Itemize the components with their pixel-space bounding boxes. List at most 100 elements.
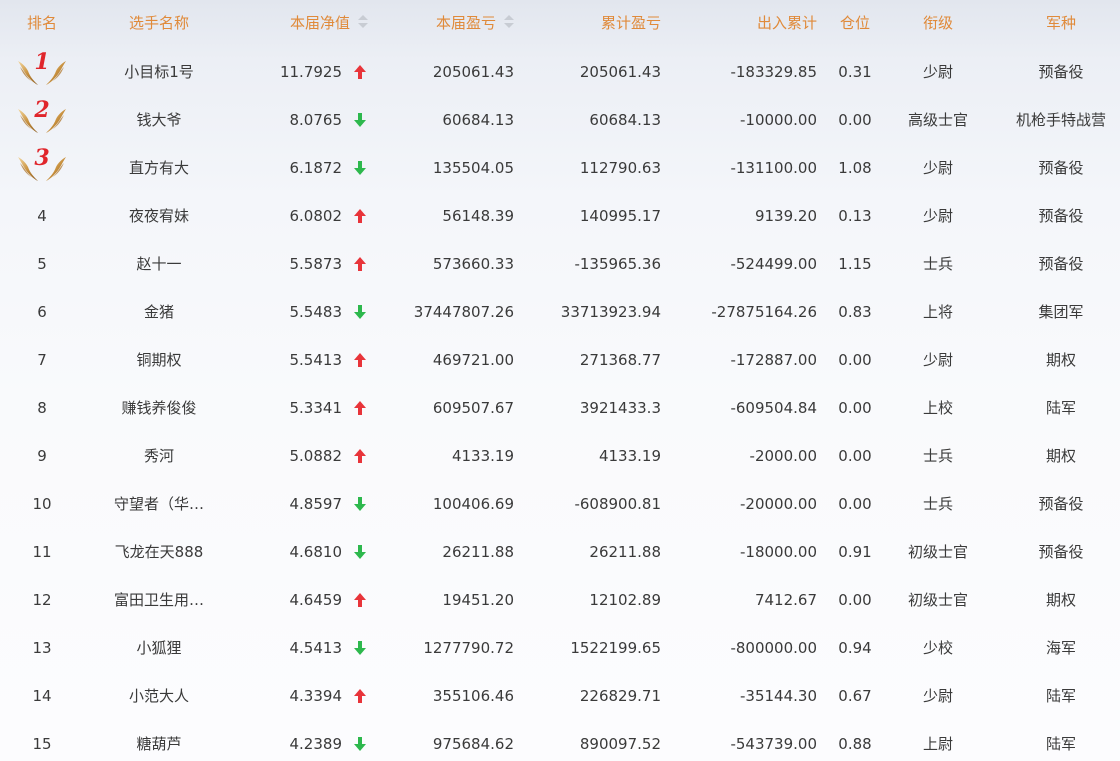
current-profit: 37447807.26 — [413, 303, 514, 321]
arrow-up-icon — [354, 257, 366, 271]
table-row[interactable]: 7 铜期权 5.5413 469721.00 271368.77 -172887… — [0, 336, 1120, 384]
player-name[interactable]: 富田卫生用… — [84, 576, 234, 624]
in-out-total: -609504.84 — [730, 399, 817, 417]
table-row[interactable]: 4 夜夜宥妹 6.0802 56148.39 140995.17 9139.20… — [0, 192, 1120, 240]
rank-cell: 3 — [0, 144, 84, 192]
header-branch: 军种 — [1045, 14, 1076, 32]
position-ratio: 0.00 — [838, 351, 872, 369]
table-header: 排名 选手名称 本届净值 本届盈亏 累计盈亏 出入累计 仓位 衔级 军种 — [0, 0, 1120, 46]
in-out-total: -131100.00 — [730, 159, 817, 177]
sort-icon[interactable] — [358, 14, 368, 29]
army-branch: 预备役 — [1038, 495, 1084, 513]
in-out-total: 7412.67 — [754, 591, 817, 609]
rank-cell: 1 — [0, 48, 84, 96]
header-level: 衔级 — [922, 14, 953, 32]
table-row[interactable]: 13 小狐狸 4.5413 1277790.72 1522199.65 -800… — [0, 624, 1120, 672]
header-nav-sortable[interactable]: 本届净值 — [234, 0, 368, 46]
position-ratio: 0.00 — [838, 495, 872, 513]
header-profit-sortable[interactable]: 本届盈亏 — [380, 0, 514, 46]
table-body: 1 小目标1号 11.7925 205061.43 205061.43 -183… — [0, 48, 1120, 761]
trend-cell — [350, 240, 370, 288]
header-total: 累计盈亏 — [600, 14, 661, 32]
rank-level: 少尉 — [922, 351, 953, 369]
net-value: 5.5413 — [289, 351, 343, 369]
player-name[interactable]: 守望者（华… — [84, 480, 234, 528]
table-row[interactable]: 5 赵十一 5.5873 573660.33 -135965.36 -52449… — [0, 240, 1120, 288]
header-flow: 出入累计 — [756, 14, 817, 32]
header-rank: 排名 — [26, 14, 57, 32]
rank-number: 4 — [37, 207, 47, 225]
table-row[interactable]: 1 小目标1号 11.7925 205061.43 205061.43 -183… — [0, 48, 1120, 96]
army-branch: 预备役 — [1038, 207, 1084, 225]
table-row[interactable]: 8 赚钱养俊俊 5.3341 609507.67 3921433.3 -6095… — [0, 384, 1120, 432]
table-row[interactable]: 14 小范大人 4.3394 355106.46 226829.71 -3514… — [0, 672, 1120, 720]
rank-cell: 12 — [0, 576, 84, 624]
player-name[interactable]: 飞龙在天888 — [84, 528, 234, 576]
player-name[interactable]: 金猪 — [84, 288, 234, 336]
arrow-down-icon — [354, 641, 366, 655]
player-name[interactable]: 夜夜宥妹 — [84, 192, 234, 240]
current-profit: 205061.43 — [432, 63, 514, 81]
table-row[interactable]: 10 守望者（华… 4.8597 100406.69 -608900.81 -2… — [0, 480, 1120, 528]
trend-cell — [350, 576, 370, 624]
rank-level: 少尉 — [922, 207, 953, 225]
army-branch: 期权 — [1045, 351, 1076, 369]
in-out-total: -20000.00 — [740, 495, 817, 513]
table-row[interactable]: 11 飞龙在天888 4.6810 26211.88 26211.88 -180… — [0, 528, 1120, 576]
rank-cell: 10 — [0, 480, 84, 528]
player-name[interactable]: 直方有大 — [84, 144, 234, 192]
in-out-total: -543739.00 — [730, 735, 817, 753]
in-out-total: -35144.30 — [740, 687, 817, 705]
in-out-total: -524499.00 — [730, 255, 817, 273]
arrow-up-icon — [354, 65, 366, 79]
player-name[interactable]: 小狐狸 — [84, 624, 234, 672]
trend-cell — [350, 528, 370, 576]
arrow-up-icon — [354, 401, 366, 415]
total-profit: 271368.77 — [579, 351, 661, 369]
net-value: 5.0882 — [289, 447, 343, 465]
rank-number: 2 — [34, 97, 50, 123]
position-ratio: 0.31 — [838, 63, 872, 81]
net-value: 4.6459 — [289, 591, 343, 609]
total-profit: 226829.71 — [579, 687, 661, 705]
trend-cell — [350, 96, 370, 144]
rank-number: 8 — [37, 399, 47, 417]
position-ratio: 0.83 — [838, 303, 872, 321]
total-profit: 12102.89 — [589, 591, 661, 609]
laurel-medal-icon: 3 — [16, 145, 68, 183]
player-name[interactable]: 赚钱养俊俊 — [84, 384, 234, 432]
position-ratio: 0.00 — [838, 591, 872, 609]
player-name[interactable]: 小范大人 — [84, 672, 234, 720]
army-branch: 预备役 — [1038, 543, 1084, 561]
trend-cell — [350, 384, 370, 432]
rank-cell: 4 — [0, 192, 84, 240]
current-profit: 1277790.72 — [423, 639, 514, 657]
current-profit: 469721.00 — [432, 351, 514, 369]
position-ratio: 0.00 — [838, 447, 872, 465]
position-ratio: 1.08 — [838, 159, 872, 177]
in-out-total: -27875164.26 — [711, 303, 817, 321]
table-row[interactable]: 9 秀河 5.0882 4133.19 4133.19 -2000.00 0.0… — [0, 432, 1120, 480]
sort-icon[interactable] — [504, 14, 514, 29]
player-name[interactable]: 钱大爷 — [84, 96, 234, 144]
player-name[interactable]: 铜期权 — [84, 336, 234, 384]
table-row[interactable]: 15 糖葫芦 4.2389 975684.62 890097.52 -54373… — [0, 720, 1120, 761]
player-name[interactable]: 秀河 — [84, 432, 234, 480]
table-row[interactable]: 12 富田卫生用… 4.6459 19451.20 12102.89 7412.… — [0, 576, 1120, 624]
current-profit: 975684.62 — [432, 735, 514, 753]
total-profit: 890097.52 — [579, 735, 661, 753]
net-value: 4.8597 — [289, 495, 343, 513]
rank-number: 10 — [32, 495, 52, 513]
table-row[interactable]: 2 钱大爷 8.0765 60684.13 60684.13 -10000.00… — [0, 96, 1120, 144]
player-name[interactable]: 糖葫芦 — [84, 720, 234, 761]
table-row[interactable]: 6 金猪 5.5483 37447807.26 33713923.94 -278… — [0, 288, 1120, 336]
player-name[interactable]: 赵十一 — [84, 240, 234, 288]
rank-level: 初级士官 — [907, 543, 968, 561]
table-row[interactable]: 3 直方有大 6.1872 135504.05 112790.63 -13110… — [0, 144, 1120, 192]
position-ratio: 0.13 — [838, 207, 872, 225]
rank-number: 13 — [32, 639, 52, 657]
arrow-down-icon — [354, 737, 366, 751]
position-ratio: 0.91 — [838, 543, 872, 561]
player-name[interactable]: 小目标1号 — [84, 48, 234, 96]
position-ratio: 0.67 — [838, 687, 872, 705]
